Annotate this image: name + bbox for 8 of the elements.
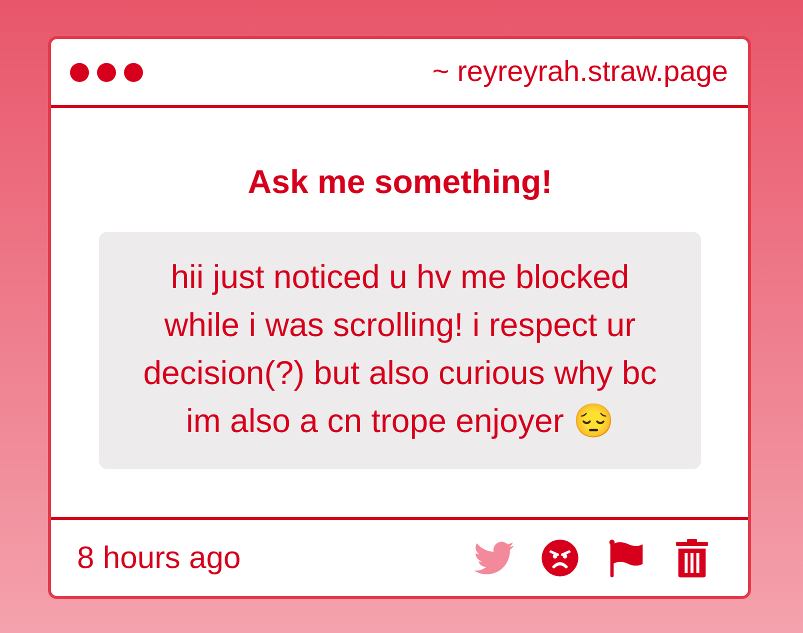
angry-face-icon[interactable]: [540, 538, 580, 578]
window-dot-icon: [97, 62, 116, 82]
page-address: ~ reyreyrah.straw.page: [432, 55, 728, 89]
question-text: hii just noticed u hv me blocked while i was scrolling! i respect ur decision(?) but also curious why bc im also a cn trope enjoyer 😔: [142, 257, 658, 441]
timestamp: 8 hours ago: [77, 540, 241, 576]
prompt-title: Ask me something!: [248, 163, 552, 201]
window-dot-icon: [70, 62, 89, 82]
window-dot-icon: [124, 62, 143, 82]
